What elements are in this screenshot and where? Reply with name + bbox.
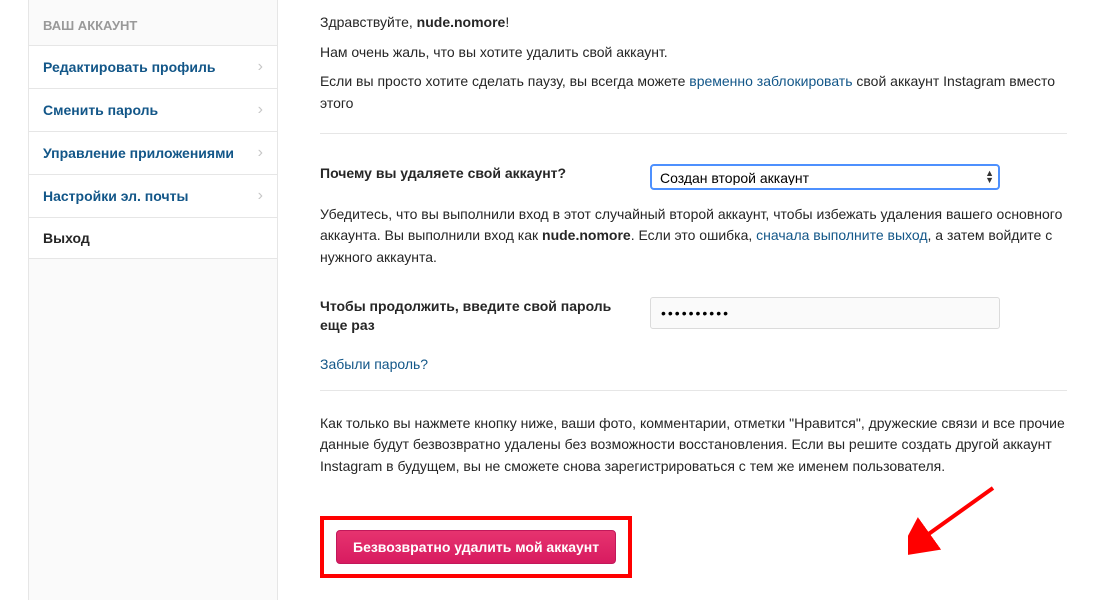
sidebar-item-label: Управление приложениями (43, 145, 234, 161)
username: nude.nomore (417, 14, 506, 30)
annotation-highlight-box: Безвозвратно удалить мой аккаунт (320, 516, 632, 578)
forgot-password-link[interactable]: Забыли пароль? (320, 356, 428, 372)
reason-label: Почему вы удаляете свой аккаунт? (320, 164, 650, 184)
chevron-right-icon: › (258, 101, 263, 119)
reason-select[interactable]: Создан второй аккаунт (650, 164, 1000, 190)
deletion-warning: Как только вы нажмете кнопку ниже, ваши … (320, 413, 1067, 478)
temp-disable-link[interactable]: временно заблокировать (689, 73, 852, 89)
confirm-login-text: Убедитесь, что вы выполнили вход в этот … (320, 204, 1067, 269)
pause-text: Если вы просто хотите сделать паузу, вы … (320, 71, 1067, 114)
divider (320, 390, 1067, 391)
sidebar-item-email-settings[interactable]: Настройки эл. почты › (29, 174, 277, 217)
sidebar: ВАШ АККАУНТ Редактировать профиль › Смен… (28, 0, 278, 600)
greeting: Здравствуйте, nude.nomore! (320, 12, 1067, 34)
chevron-right-icon: › (258, 144, 263, 162)
chevron-right-icon: › (258, 187, 263, 205)
main-content: Здравствуйте, nude.nomore! Нам очень жал… (278, 0, 1099, 600)
annotation-arrow-icon (908, 478, 1008, 558)
sidebar-header: ВАШ АККАУНТ (29, 4, 277, 45)
chevron-right-icon: › (258, 58, 263, 76)
sidebar-item-manage-apps[interactable]: Управление приложениями › (29, 131, 277, 174)
delete-account-button[interactable]: Безвозвратно удалить мой аккаунт (336, 530, 616, 564)
sidebar-item-logout[interactable]: Выход (29, 217, 277, 259)
password-input[interactable] (650, 297, 1000, 329)
reason-row: Почему вы удаляете свой аккаунт? Создан … (320, 164, 1067, 190)
divider (320, 133, 1067, 134)
sidebar-item-label: Редактировать профиль (43, 59, 216, 75)
sorry-text: Нам очень жаль, что вы хотите удалить св… (320, 42, 1067, 64)
password-label: Чтобы продолжить, введите свой пароль ещ… (320, 297, 650, 336)
logout-first-link[interactable]: сначала выполните выход (756, 227, 927, 243)
sidebar-item-edit-profile[interactable]: Редактировать профиль › (29, 45, 277, 88)
password-row: Чтобы продолжить, введите свой пароль ещ… (320, 297, 1067, 336)
sidebar-item-label: Настройки эл. почты (43, 188, 188, 204)
sidebar-item-label: Выход (43, 230, 90, 246)
sidebar-item-label: Сменить пароль (43, 102, 158, 118)
forgot-password-row: Забыли пароль? (320, 354, 1067, 376)
confirm-username: nude.nomore (542, 227, 631, 243)
sidebar-item-change-password[interactable]: Сменить пароль › (29, 88, 277, 131)
